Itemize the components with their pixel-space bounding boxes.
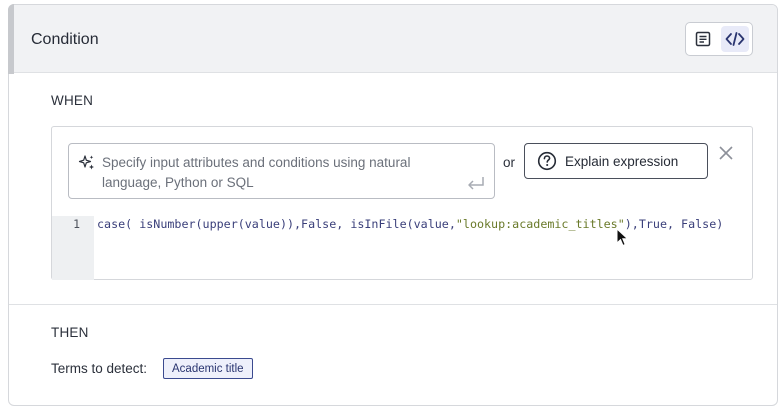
document-icon <box>695 31 711 47</box>
or-label: or <box>503 155 516 170</box>
mouse-cursor-icon <box>616 228 629 247</box>
natural-language-placeholder: Specify input attributes and conditions … <box>102 155 411 190</box>
then-label: THEN <box>51 325 89 340</box>
when-label: WHEN <box>51 93 94 108</box>
view-toggle <box>685 22 753 56</box>
document-view-button[interactable] <box>689 26 717 52</box>
section-divider <box>9 304 777 305</box>
explain-expression-button[interactable]: Explain expression <box>524 143 708 179</box>
panel-accent-bar <box>8 4 14 74</box>
condition-panel: Condition WHEN Specify input attributes … <box>8 4 778 406</box>
code-text: case( isNumber(upper(value)),False, isIn… <box>97 217 456 231</box>
term-tag[interactable]: Academic title <box>163 358 253 379</box>
code-text-end: ),True, False) <box>624 217 724 231</box>
help-circle-icon <box>537 151 557 171</box>
panel-header: Condition <box>9 5 777 73</box>
code-view-button[interactable] <box>721 26 749 52</box>
natural-language-input[interactable]: Specify input attributes and conditions … <box>68 143 495 199</box>
explain-expression-label: Explain expression <box>565 153 679 169</box>
code-string: "lookup:academic_titles" <box>455 217 625 231</box>
close-icon[interactable] <box>718 145 734 161</box>
expression-editor[interactable]: Specify input attributes and conditions … <box>51 126 753 280</box>
terms-to-detect-label: Terms to detect: <box>51 361 148 376</box>
sparkle-icon <box>78 155 94 170</box>
page-title: Condition <box>31 31 99 48</box>
enter-icon[interactable] <box>466 175 486 191</box>
code-icon <box>725 32 745 46</box>
line-number: 1 <box>73 217 80 231</box>
